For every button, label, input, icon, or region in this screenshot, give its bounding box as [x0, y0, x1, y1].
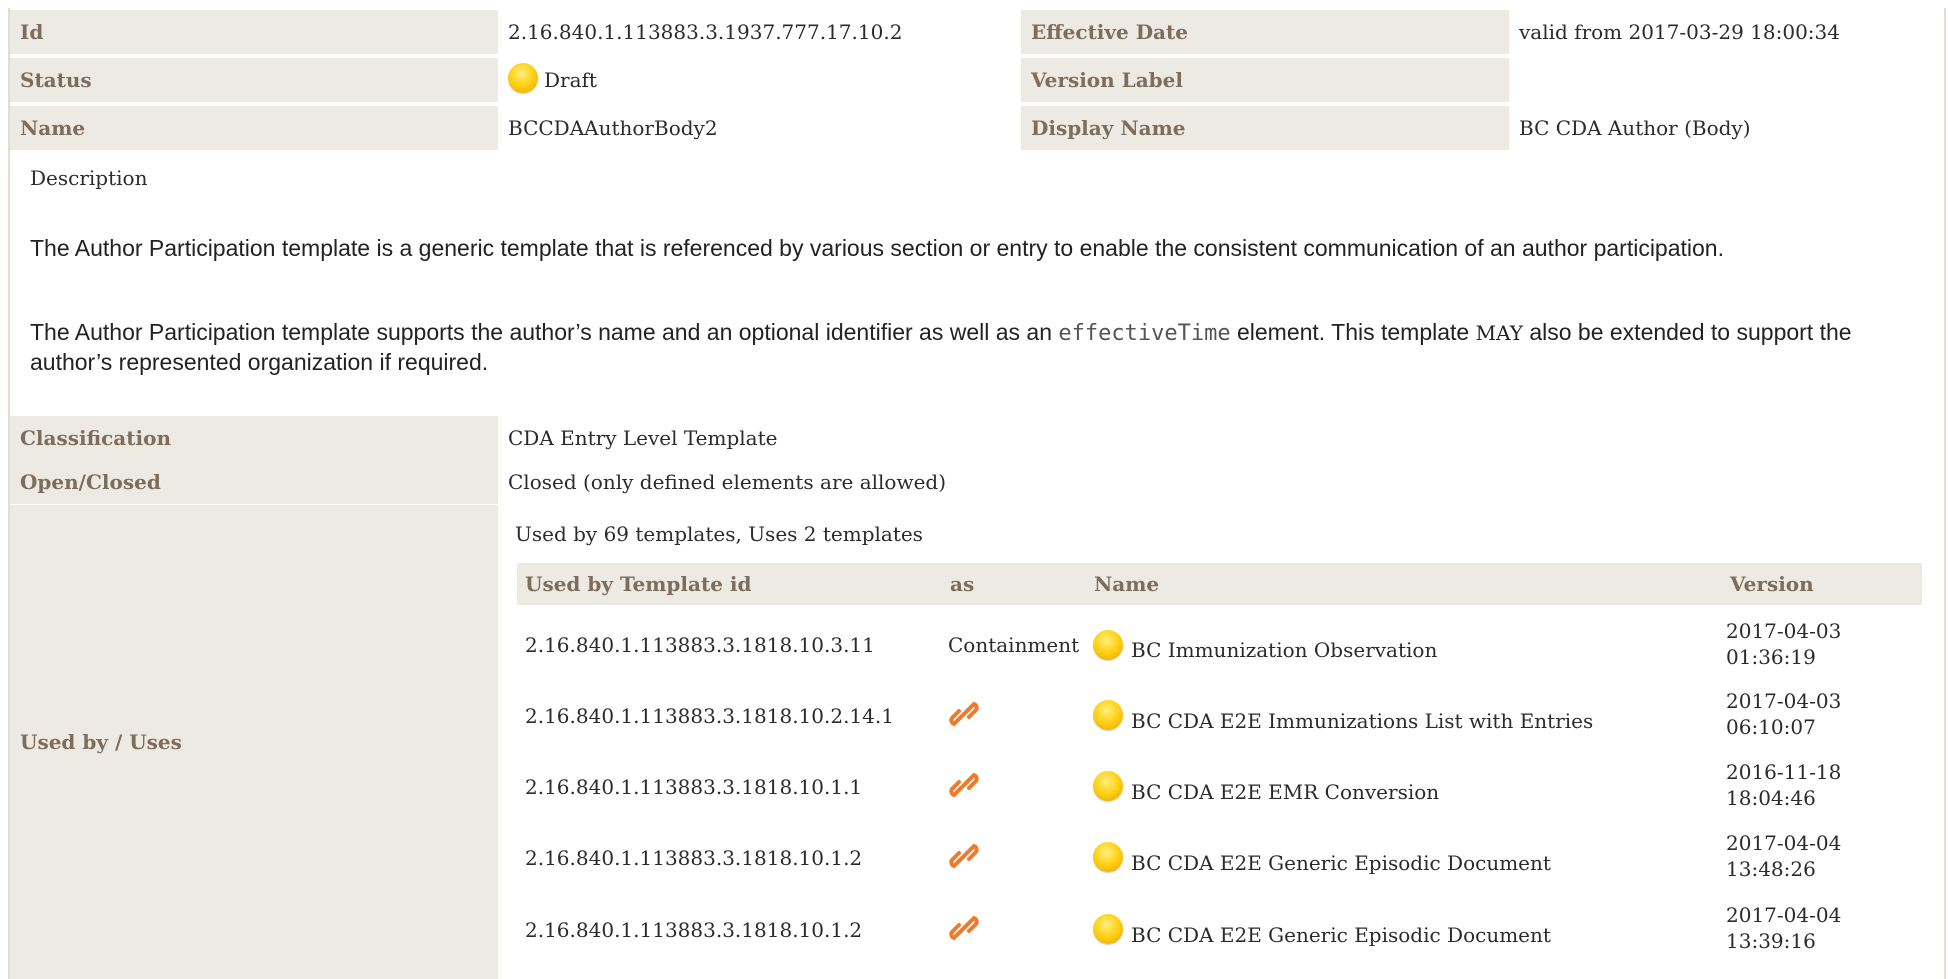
column-header-name: Name	[1086, 563, 1722, 605]
row-version: 2017-04-04 13:48:26	[1726, 830, 1841, 882]
column-header-template-id: Used by Template id	[517, 563, 942, 605]
column-header-version: Version	[1722, 563, 1922, 605]
effective-date-label: Effective Date	[1021, 10, 1509, 54]
row-template-name[interactable]: BC CDA E2E Immunizations List with Entri…	[1131, 709, 1593, 733]
row-version-time: 18:04:46	[1726, 786, 1816, 810]
row-version-time: 13:39:16	[1726, 929, 1816, 953]
may-keyword: MAY	[1475, 321, 1523, 345]
row-template-name[interactable]: BC CDA E2E Generic Episodic Document	[1131, 923, 1551, 947]
row-template-name[interactable]: BC CDA E2E Generic Episodic Document	[1131, 851, 1551, 875]
row-version-date: 2017-04-04	[1726, 903, 1842, 927]
row-template-id[interactable]: 2.16.840.1.113883.3.1818.10.1.2	[525, 918, 862, 942]
row-version-date: 2016-11-18	[1726, 760, 1842, 784]
row-version-date: 2017-04-03	[1726, 619, 1842, 643]
status-draft-icon	[1093, 914, 1123, 944]
description-heading: Description	[30, 166, 148, 190]
usage-summary: Used by 69 templates, Uses 2 templates	[515, 522, 923, 546]
row-template-name[interactable]: BC Immunization Observation	[1131, 638, 1437, 662]
display-name-value: BC CDA Author (Body)	[1519, 116, 1751, 140]
name-value: BCCDAAuthorBody2	[508, 116, 718, 140]
status-value: Draft	[498, 58, 597, 102]
status-text: Draft	[544, 68, 597, 92]
classification-label: Classification	[10, 416, 498, 460]
row-template-id[interactable]: 2.16.840.1.113883.3.1818.10.1.2	[525, 846, 862, 870]
template-detail-page: Id 2.16.840.1.113883.3.1937.777.17.10.2 …	[0, 0, 1948, 979]
row-version: 2017-04-04 13:39:16	[1726, 902, 1841, 954]
row-version: 2017-04-03 06:10:07	[1726, 688, 1841, 740]
row-version-time: 01:36:19	[1726, 645, 1816, 669]
display-name-label: Display Name	[1021, 106, 1509, 150]
row-template-id[interactable]: 2.16.840.1.113883.3.1818.10.1.1	[525, 775, 862, 799]
classification-value: CDA Entry Level Template	[508, 426, 778, 450]
row-version: 2017-04-03 01:36:19	[1726, 618, 1841, 670]
effective-date-value: valid from 2017-03-29 18:00:34	[1519, 20, 1840, 44]
effective-time-code: effectiveTime	[1058, 321, 1231, 346]
status-draft-icon	[508, 62, 538, 93]
p2-text-middle: element. This template	[1230, 319, 1476, 345]
row-template-id[interactable]: 2.16.840.1.113883.3.1818.10.2.14.1	[525, 704, 894, 728]
link-icon[interactable]	[948, 840, 980, 872]
status-label: Status	[10, 58, 498, 102]
row-version-time: 13:48:26	[1726, 857, 1816, 881]
name-label: Name	[10, 106, 498, 150]
status-draft-icon	[1093, 700, 1123, 730]
id-value: 2.16.840.1.113883.3.1937.777.17.10.2	[508, 20, 903, 44]
row-version-date: 2017-04-03	[1726, 689, 1842, 713]
row-version: 2016-11-18 18:04:46	[1726, 759, 1841, 811]
description-paragraph-1: The Author Participation template is a g…	[30, 235, 1724, 261]
row-version-date: 2017-04-04	[1726, 831, 1842, 855]
link-icon[interactable]	[948, 698, 980, 730]
p2-text-start: The Author Participation template suppor…	[30, 319, 1059, 345]
open-closed-value: Closed (only defined elements are allowe…	[508, 470, 947, 494]
used-by-uses-label: Used by / Uses	[10, 505, 498, 979]
id-label: Id	[10, 10, 498, 54]
link-icon[interactable]	[948, 912, 980, 944]
version-label-label: Version Label	[1021, 58, 1509, 102]
row-template-id[interactable]: 2.16.840.1.113883.3.1818.10.3.11	[525, 633, 875, 657]
row-version-time: 06:10:07	[1726, 715, 1816, 739]
open-closed-label: Open/Closed	[10, 460, 498, 504]
link-icon[interactable]	[948, 769, 980, 801]
row-as-type: Containment	[948, 633, 1080, 657]
column-header-as: as	[942, 563, 1086, 605]
status-draft-icon	[1093, 842, 1123, 872]
row-template-name[interactable]: BC CDA E2E EMR Conversion	[1131, 780, 1439, 804]
description-paragraph-2: The Author Participation template suppor…	[30, 318, 1890, 377]
status-draft-icon	[1093, 771, 1123, 801]
status-draft-icon	[1093, 630, 1123, 660]
